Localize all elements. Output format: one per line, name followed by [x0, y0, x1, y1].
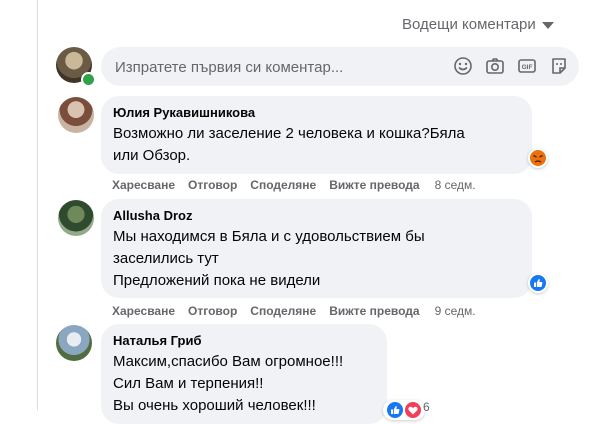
- comment-actions: Харесване Отговор Споделяне Вижте превод…: [112, 178, 489, 192]
- comment-input[interactable]: [113, 47, 447, 88]
- comment-composer[interactable]: GIF: [101, 47, 579, 88]
- online-status-icon: [81, 72, 96, 87]
- translate-button[interactable]: Вижте превода: [329, 178, 419, 192]
- comment-line: Возможно ли заселение 2 человека и кошка…: [113, 125, 465, 142]
- svg-text:GIF: GIF: [522, 64, 533, 71]
- share-button[interactable]: Споделяне: [250, 178, 316, 192]
- comment-timestamp[interactable]: 9 седм.: [435, 304, 476, 318]
- comment-author[interactable]: Allusha Droz: [113, 207, 520, 224]
- left-divider: [37, 0, 38, 410]
- commenter-avatar[interactable]: [58, 97, 94, 133]
- comment-line: Предложений пока не видели: [113, 272, 321, 289]
- like-reaction-icon: [387, 402, 403, 418]
- dropdown-caret-icon: [541, 21, 554, 29]
- sort-comments-dropdown[interactable]: Водещи коментари: [402, 16, 554, 33]
- comment-line: или Обзор.: [113, 147, 191, 164]
- reaction-count[interactable]: 6: [423, 400, 430, 414]
- sticker-icon[interactable]: [549, 56, 569, 76]
- comment-line: Вы очень хороший человек!!!: [113, 397, 316, 414]
- reply-button[interactable]: Отговор: [188, 304, 237, 318]
- reply-button[interactable]: Отговор: [188, 178, 237, 192]
- comment-timestamp[interactable]: 8 седм.: [435, 178, 476, 192]
- reactions-summary[interactable]: [383, 400, 425, 420]
- share-button[interactable]: Споделяне: [250, 304, 316, 318]
- love-reaction-icon: [405, 402, 421, 418]
- translate-button[interactable]: Вижте превода: [329, 304, 419, 318]
- comment-line: Мы находимся в Бяла и с удовольствием бы: [113, 228, 425, 245]
- comment-bubble: Юлия Рукавишникова Возможно ли заселение…: [101, 96, 532, 174]
- comment-line: Сил Вам и терпения!!: [113, 375, 264, 392]
- comment-line: Максим,спасибо Вам огромное!!!: [113, 353, 344, 370]
- like-reaction-icon[interactable]: [528, 273, 548, 293]
- like-button[interactable]: Харесване: [112, 304, 175, 318]
- comment-actions: Харесване Отговор Споделяне Вижте превод…: [112, 304, 489, 318]
- comment-line: заселились тут: [113, 250, 219, 267]
- sort-label: Водещи коментари: [402, 16, 536, 33]
- comment-bubble: Наталья Гриб Максим,спасибо Вам огромное…: [101, 324, 387, 424]
- emoji-icon[interactable]: [453, 56, 473, 76]
- like-button[interactable]: Харесване: [112, 178, 175, 192]
- comment-author[interactable]: Юлия Рукавишникова: [113, 104, 520, 121]
- angry-reaction-icon[interactable]: [528, 148, 548, 168]
- gif-icon[interactable]: GIF: [517, 56, 537, 76]
- comment-bubble: Allusha Droz Мы находимся в Бяла и с удо…: [101, 199, 532, 298]
- commenter-avatar[interactable]: [58, 200, 94, 236]
- comment-author[interactable]: Наталья Гриб: [113, 332, 375, 349]
- commenter-avatar[interactable]: [56, 325, 92, 361]
- camera-icon[interactable]: [485, 56, 505, 76]
